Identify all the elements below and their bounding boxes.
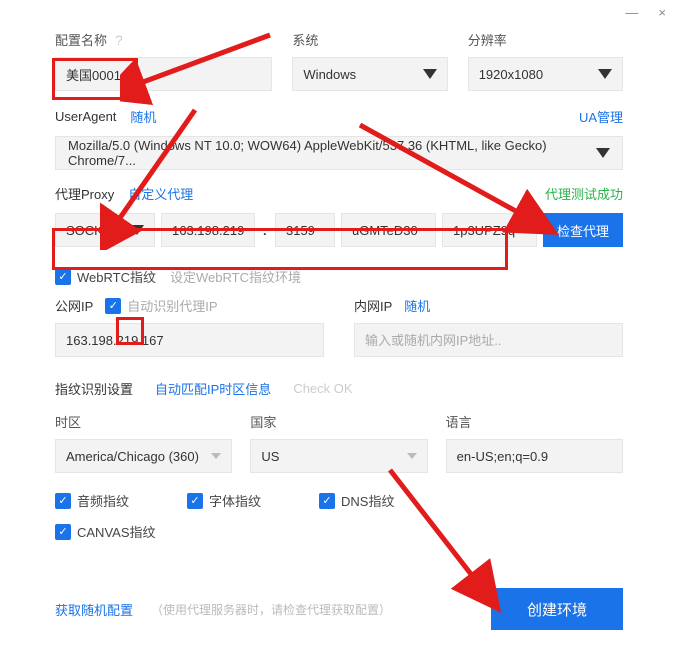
help-icon[interactable]: ? bbox=[115, 32, 123, 48]
lan-ip-label: 内网IP bbox=[354, 296, 392, 315]
dns-fp-checkbox[interactable]: DNS指纹 bbox=[319, 491, 394, 510]
proxy-host-input[interactable] bbox=[161, 213, 255, 247]
check-icon bbox=[55, 493, 71, 509]
check-icon bbox=[55, 269, 71, 285]
country-select[interactable]: US bbox=[250, 439, 427, 473]
proxy-type-select[interactable]: SOCKS5 bbox=[55, 213, 155, 247]
public-ip-label: 公网IP bbox=[55, 296, 93, 315]
chevron-down-icon bbox=[423, 69, 437, 79]
country-label: 国家 bbox=[250, 412, 427, 431]
proxy-label: 代理Proxy bbox=[55, 184, 114, 203]
proxy-status: 代理测试成功 bbox=[545, 184, 623, 203]
chevron-down-icon bbox=[130, 225, 144, 235]
check-icon bbox=[105, 298, 121, 314]
minimize-icon[interactable]: — bbox=[625, 5, 638, 20]
proxy-custom-link[interactable]: 自定义代理 bbox=[128, 184, 193, 203]
check-icon bbox=[319, 493, 335, 509]
timezone-select[interactable]: America/Chicago (360) bbox=[55, 439, 232, 473]
timezone-label: 时区 bbox=[55, 412, 232, 431]
language-input[interactable] bbox=[446, 439, 623, 473]
check-proxy-button[interactable]: 检查代理 bbox=[543, 213, 623, 247]
system-select[interactable]: Windows bbox=[292, 57, 447, 91]
resolution-select[interactable]: 1920x1080 bbox=[468, 57, 623, 91]
chevron-down-icon bbox=[407, 453, 417, 459]
proxy-colon: : bbox=[261, 213, 269, 247]
resolution-label: 分辨率 bbox=[468, 30, 623, 49]
proxy-user-input[interactable] bbox=[341, 213, 436, 247]
language-label: 语言 bbox=[446, 412, 623, 431]
canvas-fp-checkbox[interactable]: CANVAS指纹 bbox=[55, 522, 156, 541]
auto-detect-checkbox[interactable]: 自动识别代理IP bbox=[105, 296, 217, 315]
font-fp-checkbox[interactable]: 字体指纹 bbox=[187, 491, 261, 510]
public-ip-input[interactable] bbox=[55, 323, 324, 357]
webrtc-checkbox[interactable]: WebRTC指纹 bbox=[55, 267, 156, 286]
check-ok-text: Check OK bbox=[293, 381, 352, 396]
check-icon bbox=[55, 524, 71, 540]
config-name-input[interactable] bbox=[55, 57, 272, 91]
useragent-label: UserAgent bbox=[55, 109, 116, 124]
random-config-link[interactable]: 获取随机配置 bbox=[55, 600, 133, 619]
auto-tz-link[interactable]: 自动匹配IP时区信息 bbox=[155, 379, 271, 398]
close-icon[interactable]: × bbox=[658, 5, 666, 20]
system-label: 系统 bbox=[292, 30, 447, 49]
chevron-down-icon bbox=[596, 148, 610, 158]
useragent-select[interactable]: Mozilla/5.0 (Windows NT 10.0; WOW64) App… bbox=[55, 136, 623, 170]
proxy-port-input[interactable] bbox=[275, 213, 335, 247]
check-icon bbox=[187, 493, 203, 509]
chevron-down-icon bbox=[211, 453, 221, 459]
ua-manage-link[interactable]: UA管理 bbox=[579, 107, 623, 126]
lan-ip-input[interactable] bbox=[354, 323, 623, 357]
ua-random-link[interactable]: 随机 bbox=[130, 107, 156, 126]
create-env-button[interactable]: 创建环境 bbox=[491, 588, 623, 630]
chevron-down-icon bbox=[598, 69, 612, 79]
footer-hint: （使用代理服务器时，请检查代理获取配置） bbox=[151, 601, 391, 618]
fingerprint-header: 指纹识别设置 bbox=[55, 379, 133, 398]
webrtc-hint: 设定WebRTC指纹环境 bbox=[170, 267, 301, 286]
audio-fp-checkbox[interactable]: 音频指纹 bbox=[55, 491, 129, 510]
config-name-label: 配置名称 ? bbox=[55, 30, 272, 49]
lan-ip-random-link[interactable]: 随机 bbox=[404, 296, 430, 315]
config-name-field[interactable] bbox=[66, 58, 261, 90]
proxy-pass-input[interactable] bbox=[442, 213, 537, 247]
